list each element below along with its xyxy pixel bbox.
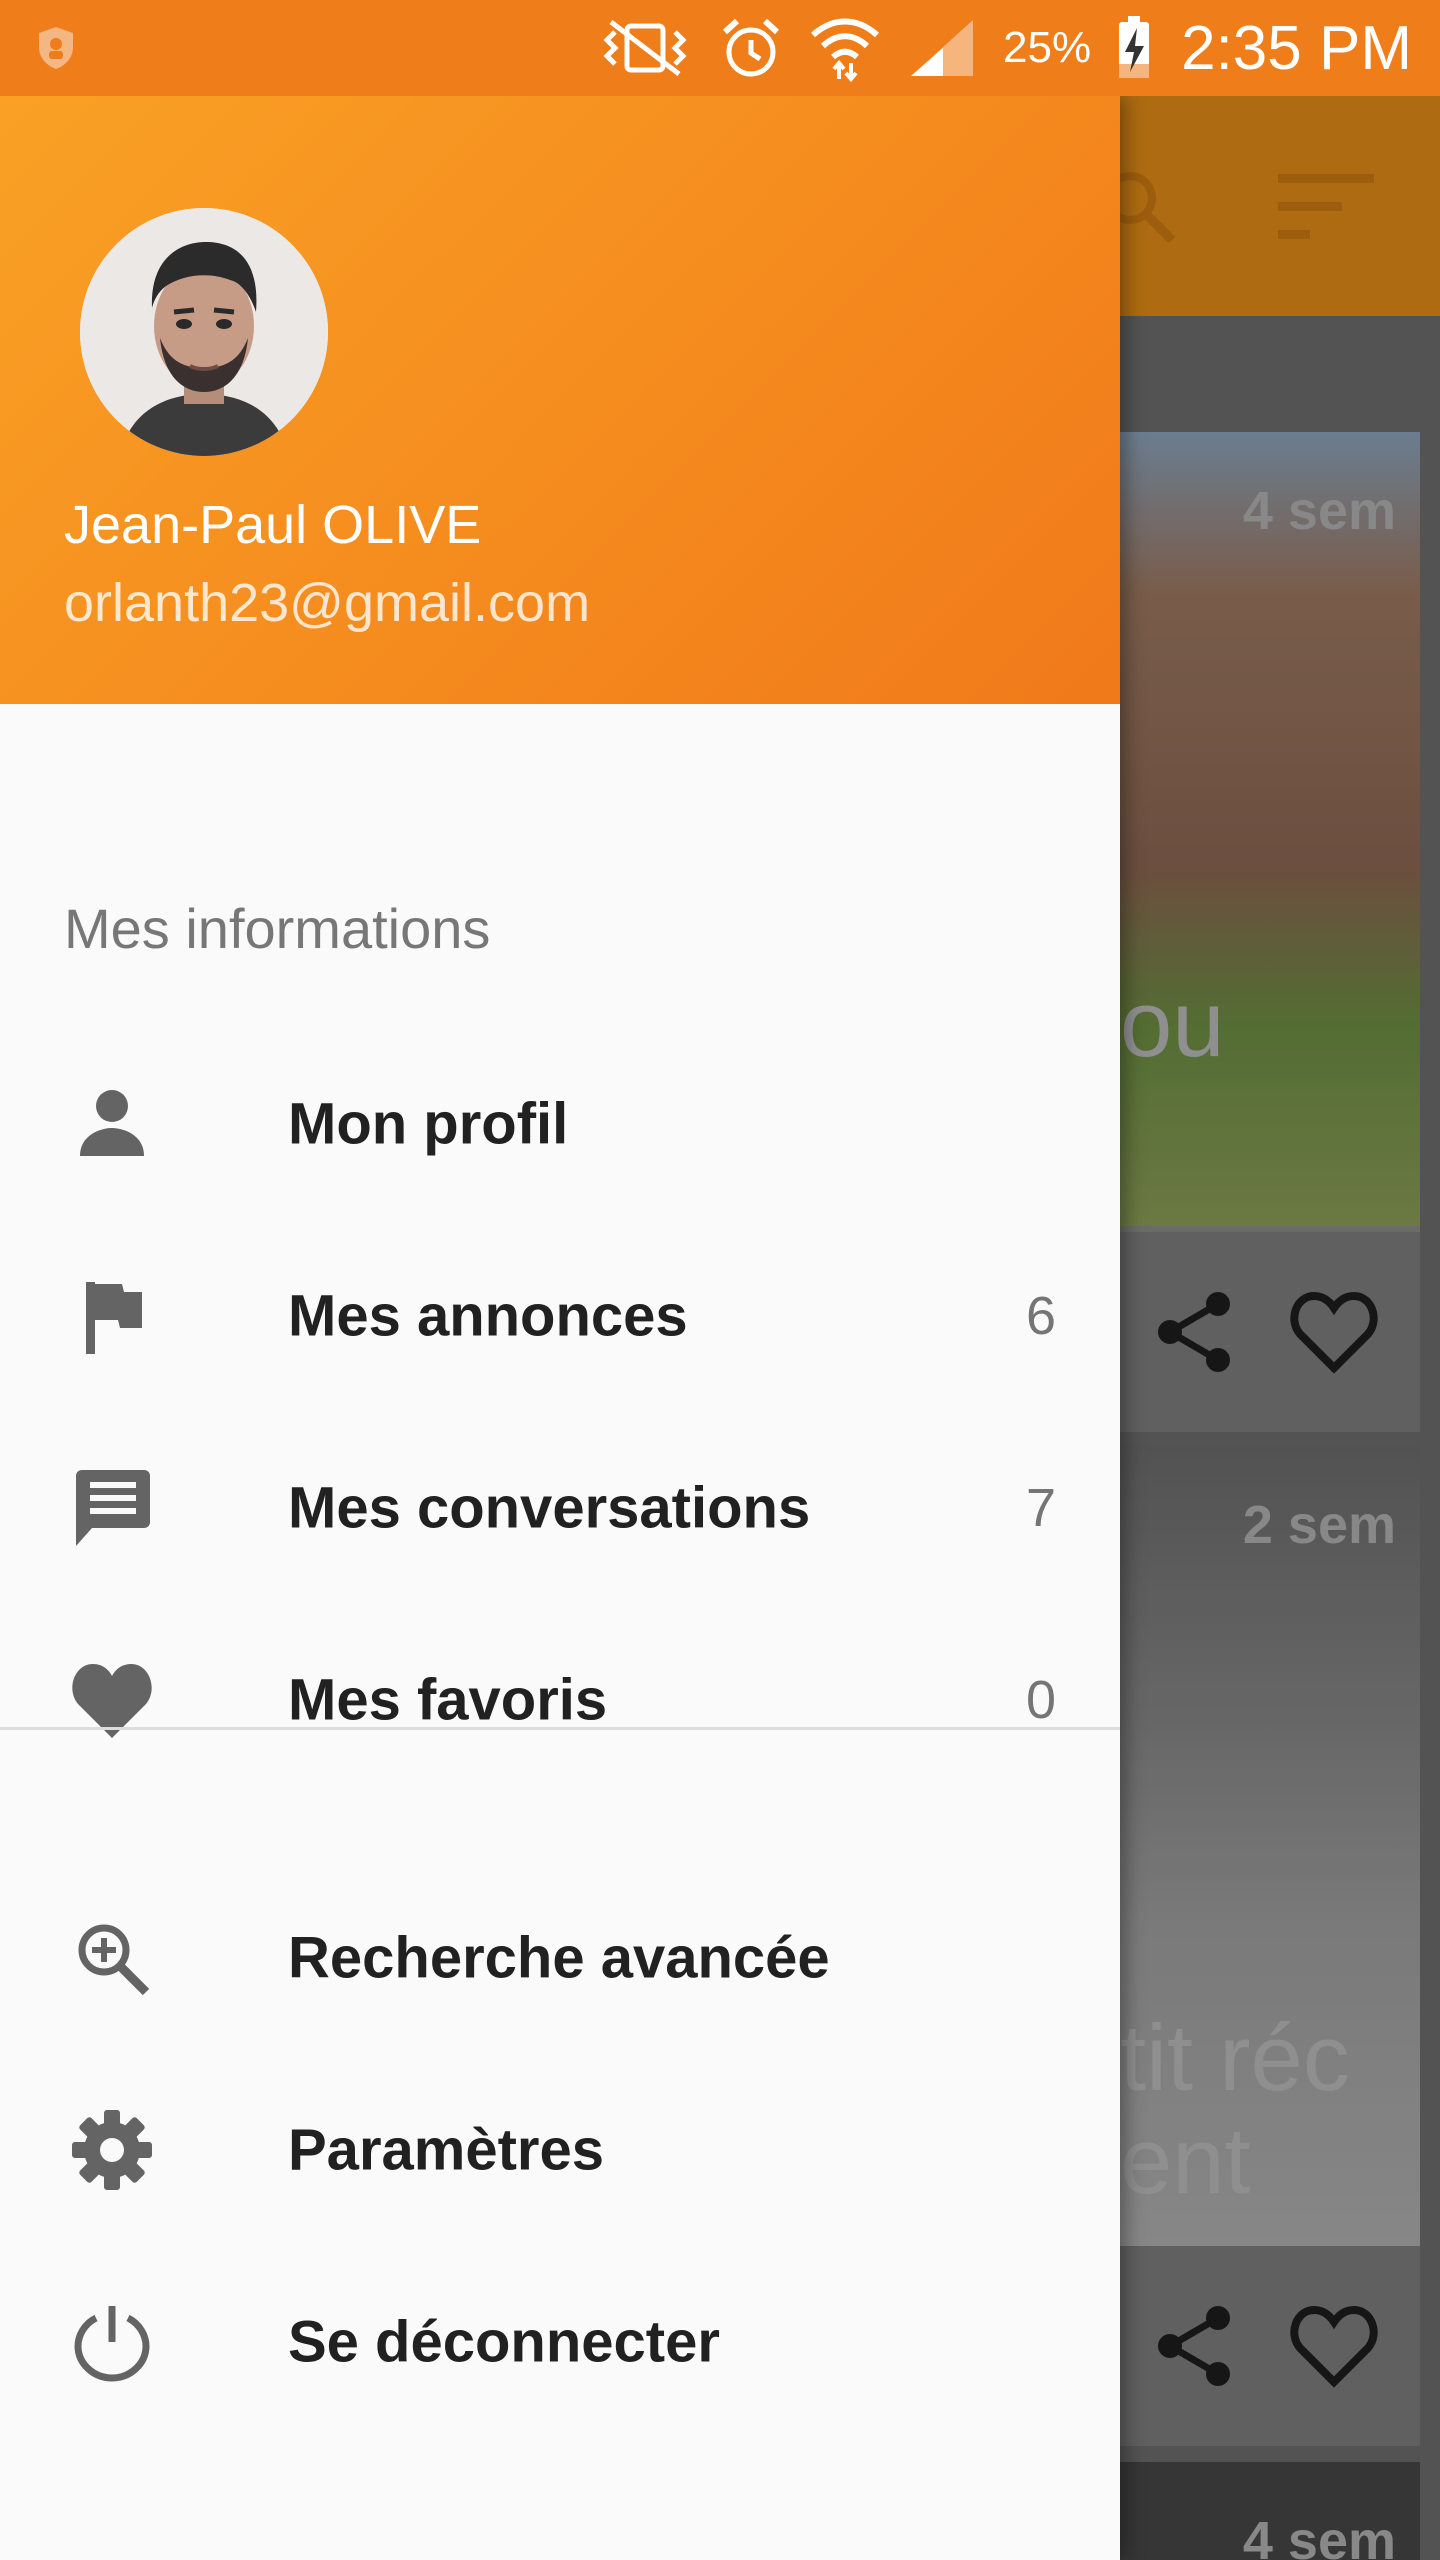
zoom-in-icon [64,1910,160,2006]
user-name: Jean-Paul OLIVE [64,495,482,555]
section-title: Mes informations [64,897,491,960]
chat-icon [64,1460,160,1556]
divider [0,1727,1120,1730]
menu-item-label: Se déconnecter [288,2309,720,2375]
menu-item-label: Paramètres [288,2117,604,2183]
flag-icon [64,1268,160,1364]
status-bar: 25% 2:35 PM [0,0,1440,96]
menu-item-logout[interactable]: Se déconnecter [0,2246,1120,2438]
clock: 2:35 PM [1181,13,1412,83]
menu-item-profile[interactable]: Mon profil [0,1028,1120,1220]
menu-item-count: 6 [1025,1286,1056,1346]
menu-item-label: Recherche avancée [288,1925,830,1991]
gear-icon [64,2102,160,2198]
menu-item-label: Mes conversations [288,1475,811,1541]
vibrate-off-icon [603,20,687,76]
alarm-icon [722,18,780,77]
drawer-header: Jean-Paul OLIVE orlanth23@gmail.com [0,96,1120,704]
menu-item-annonces[interactable]: Mes annonces 6 [0,1220,1120,1412]
menu-item-conversations[interactable]: Mes conversations 7 [0,1412,1120,1604]
menu-item-label: Mes favoris [288,1667,608,1733]
menu-item-count: 7 [1025,1478,1056,1538]
menu-item-label: Mes annonces [288,1283,688,1349]
menu-item-settings[interactable]: Paramètres [0,2054,1120,2246]
shield-icon [39,27,73,69]
menu-item-favoris[interactable]: Mes favoris 0 [0,1604,1120,1796]
person-icon [64,1076,160,1172]
battery-charging-icon [1119,16,1150,78]
menu-item-label: Mon profil [288,1091,569,1157]
menu-item-advanced-search[interactable]: Recherche avancée [0,1862,1120,2054]
signal-icon [911,20,974,76]
power-icon [64,2294,160,2390]
status-right: 25% 2:35 PM [597,13,1412,84]
navigation-drawer: Jean-Paul OLIVE orlanth23@gmail.com Mes … [0,96,1120,2560]
battery-percent: 25% [1003,23,1092,72]
user-email: orlanth23@gmail.com [64,573,591,633]
menu-item-count: 0 [1025,1670,1056,1730]
heart-icon [64,1652,160,1748]
status-left [36,25,597,71]
wifi-icon [811,18,880,83]
avatar[interactable] [80,208,328,456]
